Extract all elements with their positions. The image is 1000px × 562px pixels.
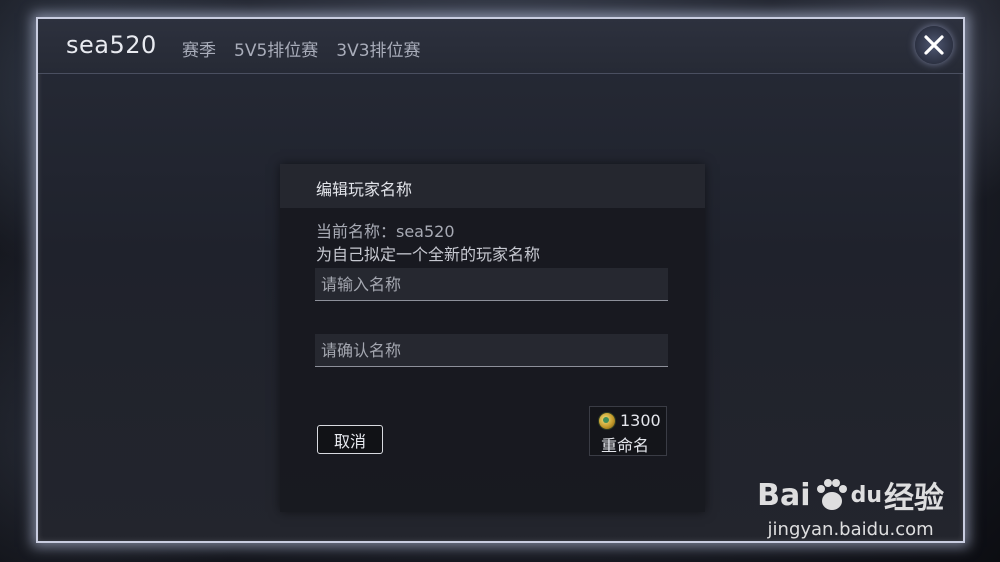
cancel-button[interactable]: 取消 <box>317 425 383 454</box>
profile-modal: sea520 赛季 5V5排位赛 3V3排位赛 编辑玩家名称 当前名称：sea5… <box>36 17 965 543</box>
rename-button[interactable]: 1300 重命名 <box>589 406 667 456</box>
paw-icon <box>816 479 847 510</box>
watermark-brand-suffix: du <box>850 482 882 508</box>
player-name: sea520 <box>66 31 157 59</box>
tab-3v3-ranked[interactable]: 3V3排位赛 <box>336 36 420 61</box>
watermark-brand: Bai <box>757 477 811 513</box>
dialog-title-bar: 编辑玩家名称 <box>280 164 705 208</box>
watermark-logo: Bai du 经验 <box>757 473 944 517</box>
watermark-brand-cn: 经验 <box>884 481 944 516</box>
tab-5v5-ranked[interactable]: 5V5排位赛 <box>234 36 318 61</box>
close-button[interactable] <box>915 26 953 64</box>
dialog-title: 编辑玩家名称 <box>316 180 413 199</box>
tab-season[interactable]: 赛季 <box>182 36 216 61</box>
edit-name-dialog: 编辑玩家名称 当前名称：sea520 为自己拟定一个全新的玩家名称 取消 130… <box>280 164 705 512</box>
rename-cost-value: 1300 <box>620 411 661 430</box>
coin-icon <box>598 411 616 430</box>
close-icon <box>924 35 944 55</box>
hint-text: 为自己拟定一个全新的玩家名称 <box>316 245 541 264</box>
baidu-watermark: Bai du 经验 jingyan.baidu.com <box>757 473 944 541</box>
rename-label: 重命名 <box>601 436 650 455</box>
modal-header: sea520 赛季 5V5排位赛 3V3排位赛 <box>38 19 963 74</box>
confirm-name-input[interactable] <box>315 334 668 367</box>
name-input[interactable] <box>315 268 668 301</box>
watermark-url: jingyan.baidu.com <box>767 519 934 540</box>
current-name-text: 当前名称：sea520 <box>316 222 455 241</box>
tab-bar: 赛季 5V5排位赛 3V3排位赛 <box>182 36 439 61</box>
rename-cost: 1300 <box>598 411 661 430</box>
